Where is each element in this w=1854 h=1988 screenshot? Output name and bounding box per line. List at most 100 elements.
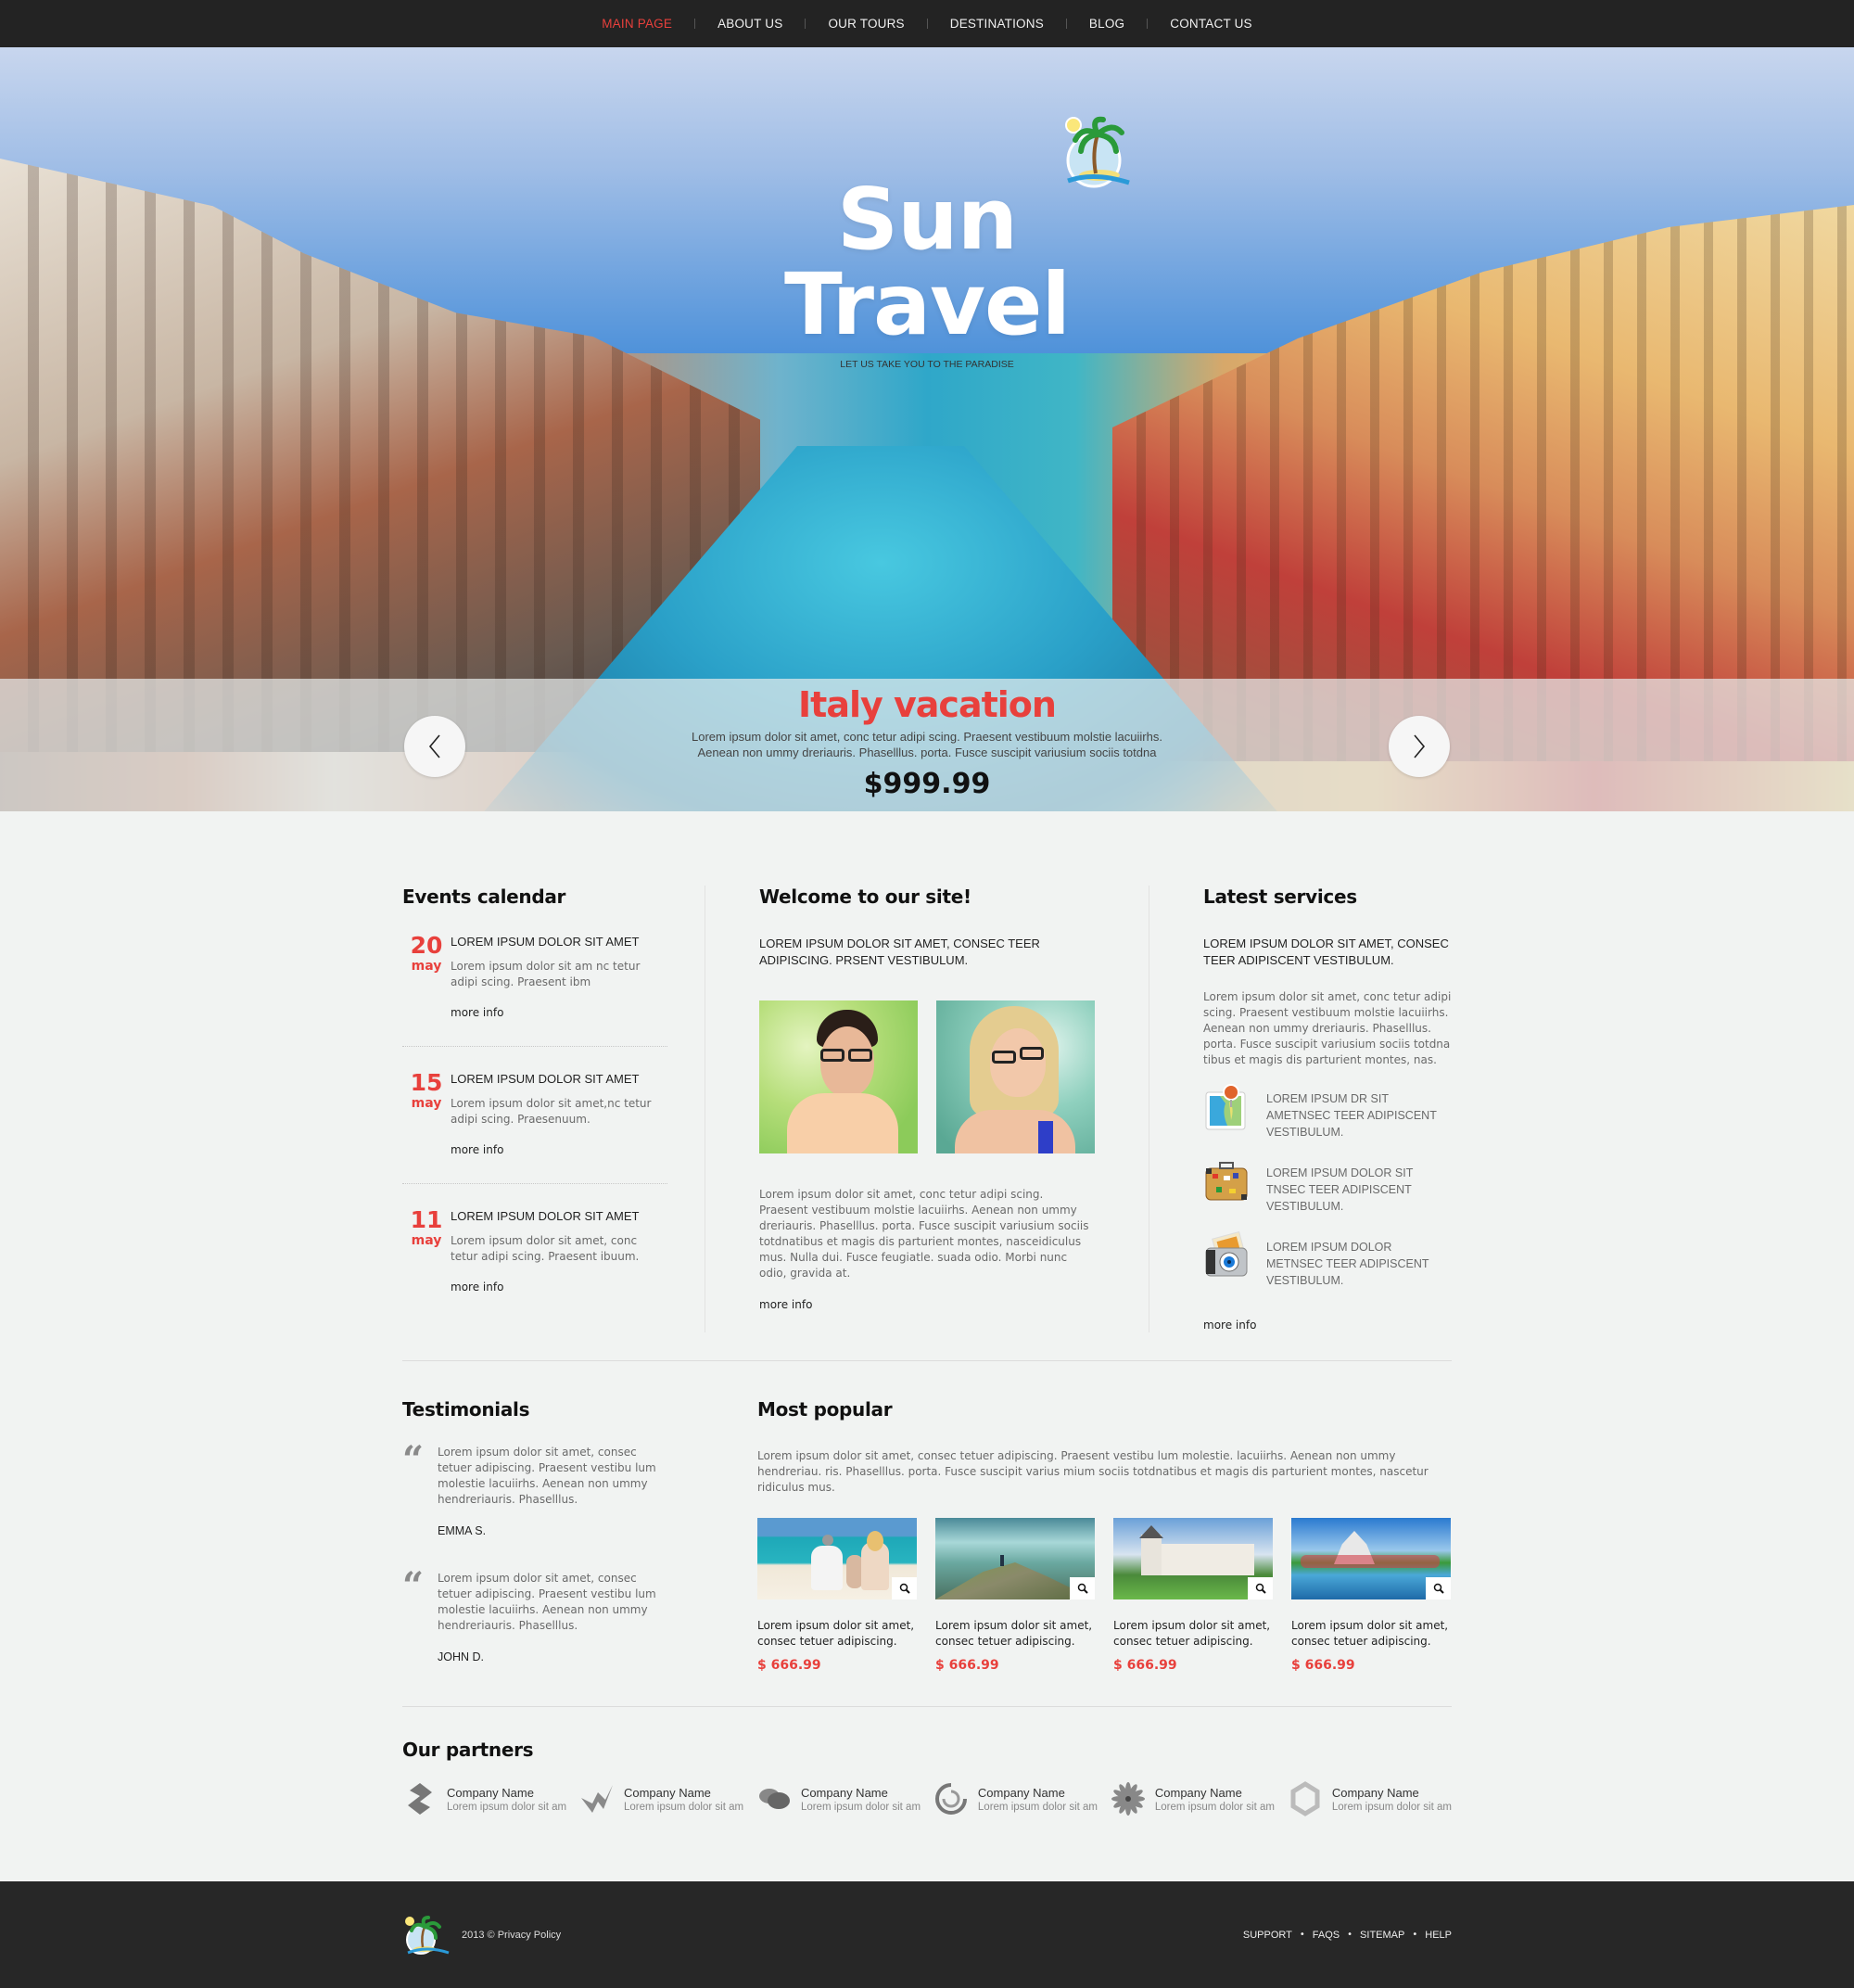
partner-item[interactable]: Company Name Lorem ipsum dolor sit am [1288, 1781, 1452, 1816]
partner-name: Company Name [623, 1785, 711, 1800]
testimonial-author: EMMA S. [438, 1524, 487, 1537]
hero-slider: Sun Travel LET US TAKE YOU TO THE PARADI… [0, 47, 1854, 811]
zoom-button[interactable] [1426, 1577, 1451, 1599]
partner-desc: Lorem ipsum dolor sit am [977, 1801, 1098, 1813]
partner-item[interactable]: Company Name Lorem ipsum dolor sit am [402, 1781, 566, 1816]
magnifier-icon [899, 1583, 910, 1594]
chevron-right-icon [1414, 734, 1426, 758]
services-intro: LOREM IPSUM DOLOR SIT AMET, CONSEC TEER … [1203, 937, 1449, 967]
welcome-intro: LOREM IPSUM DOLOR SIT AMET, CONSEC TEER … [759, 937, 1040, 967]
slider-prev-button[interactable] [404, 716, 465, 777]
nav-contact-us[interactable]: CONTACT US [1148, 17, 1275, 31]
services-more-info-link[interactable]: more info [1203, 1319, 1256, 1332]
slide-title: Italy vacation [798, 684, 1057, 725]
event-item: 20 may LOREM IPSUM DOLOR SIT AMET Lorem … [402, 924, 667, 1047]
testimonial-text: Lorem ipsum dolor sit amet, consec tetue… [438, 1572, 656, 1632]
event-more-info-link[interactable]: more info [451, 1281, 503, 1293]
footer-palm-logo-icon[interactable] [402, 1914, 451, 1956]
nav-destinations[interactable]: DESTINATIONS [928, 17, 1066, 31]
popular-item-title: Lorem ipsum dolor sit amet, consec tetue… [757, 1619, 915, 1648]
map-pin-icon [1205, 1084, 1246, 1130]
popular-item-price: $ 666.99 [757, 1658, 821, 1673]
popular-image-temple-lake[interactable] [1291, 1518, 1451, 1599]
site-logo[interactable]: Sun Travel LET US TAKE YOU TO THE PARADI… [686, 112, 1168, 370]
chevron-left-icon [428, 734, 440, 758]
slide-text-line2: Aenean non ummy dreriauris. Phaselllus. … [697, 746, 1157, 759]
partners-title: Our partners [402, 1739, 534, 1761]
partner-name: Company Name [800, 1785, 888, 1800]
zoom-button[interactable] [1248, 1577, 1273, 1599]
events-title: Events calendar [402, 886, 566, 908]
partner-item[interactable]: Company Name Lorem ipsum dolor sit am [756, 1781, 921, 1816]
event-item: 15 may LOREM IPSUM DOLOR SIT AMET Lorem … [402, 1047, 667, 1184]
camera-icon [1205, 1231, 1248, 1277]
zoom-button[interactable] [892, 1577, 917, 1599]
testimonial-item: “ Lorem ipsum dolor sit amet, consec tet… [402, 1442, 720, 1538]
footer-link-support[interactable]: SUPPORT [1243, 1930, 1292, 1941]
suitcase-icon [1205, 1162, 1248, 1201]
partner-desc: Lorem ipsum dolor sit am [447, 1801, 567, 1813]
footer-link-faqs[interactable]: FAQS [1313, 1930, 1340, 1941]
slider-next-button[interactable] [1389, 716, 1450, 777]
event-more-info-link[interactable]: more info [451, 1006, 503, 1019]
partner-item[interactable]: Company Name Lorem ipsum dolor sit am [579, 1781, 743, 1816]
footer-link-sitemap[interactable]: SITEMAP [1360, 1930, 1404, 1941]
partner-name: Company Name [1154, 1785, 1242, 1800]
nav-main-page[interactable]: MAIN PAGE [579, 17, 694, 31]
event-day: 15 [410, 1069, 443, 1096]
event-more-info-link[interactable]: more info [451, 1143, 503, 1156]
swirl-circle-logo-icon [934, 1783, 967, 1815]
popular-item-title: Lorem ipsum dolor sit amet, consec tetue… [935, 1619, 1093, 1648]
popular-item-title: Lorem ipsum dolor sit amet, consec tetue… [1113, 1619, 1271, 1648]
slide-text-line1: Lorem ipsum dolor sit amet, conc tetur a… [692, 730, 1162, 744]
partner-item[interactable]: Company Name Lorem ipsum dolor sit am [933, 1781, 1098, 1816]
footer: 2013 © Privacy Policy SUPPORT • FAQS • S… [0, 1881, 1854, 1988]
events-calendar: Events calendar 20 may LOREM IPSUM DOLOR… [402, 886, 705, 1332]
service-text: LOREM IPSUM DR SIT AMETNSEC TEER ADIPISC… [1266, 1092, 1437, 1139]
partner-name: Company Name [1331, 1785, 1419, 1800]
event-date: 20 may [402, 934, 451, 1020]
nav-about-us[interactable]: ABOUT US [695, 17, 805, 31]
nav-blog[interactable]: BLOG [1067, 17, 1147, 31]
event-heading: LOREM IPSUM DOLOR SIT AMET [451, 1209, 640, 1223]
services-title: Latest services [1203, 886, 1357, 908]
middle-content-row: Testimonials “ Lorem ipsum dolor sit ame… [402, 1361, 1452, 1707]
flower-logo-icon [1111, 1782, 1145, 1816]
slide-content: Italy vacation Lorem ipsum dolor sit ame… [0, 679, 1854, 800]
diamond-s-logo-icon [408, 1783, 432, 1815]
welcome-section: Welcome to our site! LOREM IPSUM DOLOR S… [705, 886, 1149, 1332]
event-date: 15 may [402, 1071, 451, 1157]
footer-dot-separator: • [1412, 1930, 1418, 1940]
zoom-button[interactable] [1070, 1577, 1095, 1599]
magnifier-icon [1433, 1583, 1444, 1594]
footer-link-help[interactable]: HELP [1425, 1930, 1452, 1941]
site-tagline: LET US TAKE YOU TO THE PARADISE [840, 359, 1014, 370]
partner-item[interactable]: Company Name Lorem ipsum dolor sit am [1111, 1781, 1275, 1816]
welcome-text: Lorem ipsum dolor sit amet, conc tetur a… [759, 1188, 1089, 1280]
event-month: may [411, 1233, 442, 1248]
nav-our-tours[interactable]: OUR TOURS [806, 17, 926, 31]
magnifier-icon [1077, 1583, 1088, 1594]
popular-image-castle-garden[interactable] [1113, 1518, 1273, 1599]
event-text: Lorem ipsum dolor sit am nc tetur adipi … [451, 960, 641, 988]
privacy-policy-link[interactable]: 2013 © Privacy Policy [462, 1930, 561, 1941]
latest-services: Latest services LOREM IPSUM DOLOR SIT AM… [1149, 886, 1452, 1332]
footer-dot-separator: • [1347, 1930, 1353, 1940]
popular-item-title: Lorem ipsum dolor sit amet, consec tetue… [1291, 1619, 1449, 1648]
popular-intro: Lorem ipsum dolor sit amet, consec tetue… [757, 1449, 1429, 1494]
top-content-row: Events calendar 20 may LOREM IPSUM DOLOR… [402, 811, 1452, 1361]
testimonial-author: JOHN D. [438, 1650, 484, 1663]
popular-item-price: $ 666.99 [1113, 1658, 1177, 1673]
photo-smiling-woman [936, 1000, 1095, 1153]
service-text: LOREM IPSUM DOLOR SIT TNSEC TEER ADIPISC… [1266, 1166, 1414, 1213]
popular-image-mountain-hiker[interactable] [935, 1518, 1095, 1599]
welcome-photos [759, 1000, 1095, 1153]
popular-item: Lorem ipsum dolor sit amet, consec tetue… [1113, 1518, 1273, 1673]
service-text: LOREM IPSUM DOLOR METNSEC TEER ADIPISCEN… [1266, 1241, 1429, 1287]
partner-name: Company Name [447, 1785, 534, 1800]
event-day: 20 [410, 932, 443, 959]
welcome-more-info-link[interactable]: more info [759, 1298, 812, 1311]
folded-w-logo-icon [580, 1785, 613, 1813]
popular-image-beach-family[interactable] [757, 1518, 917, 1599]
partner-name: Company Name [977, 1785, 1065, 1800]
